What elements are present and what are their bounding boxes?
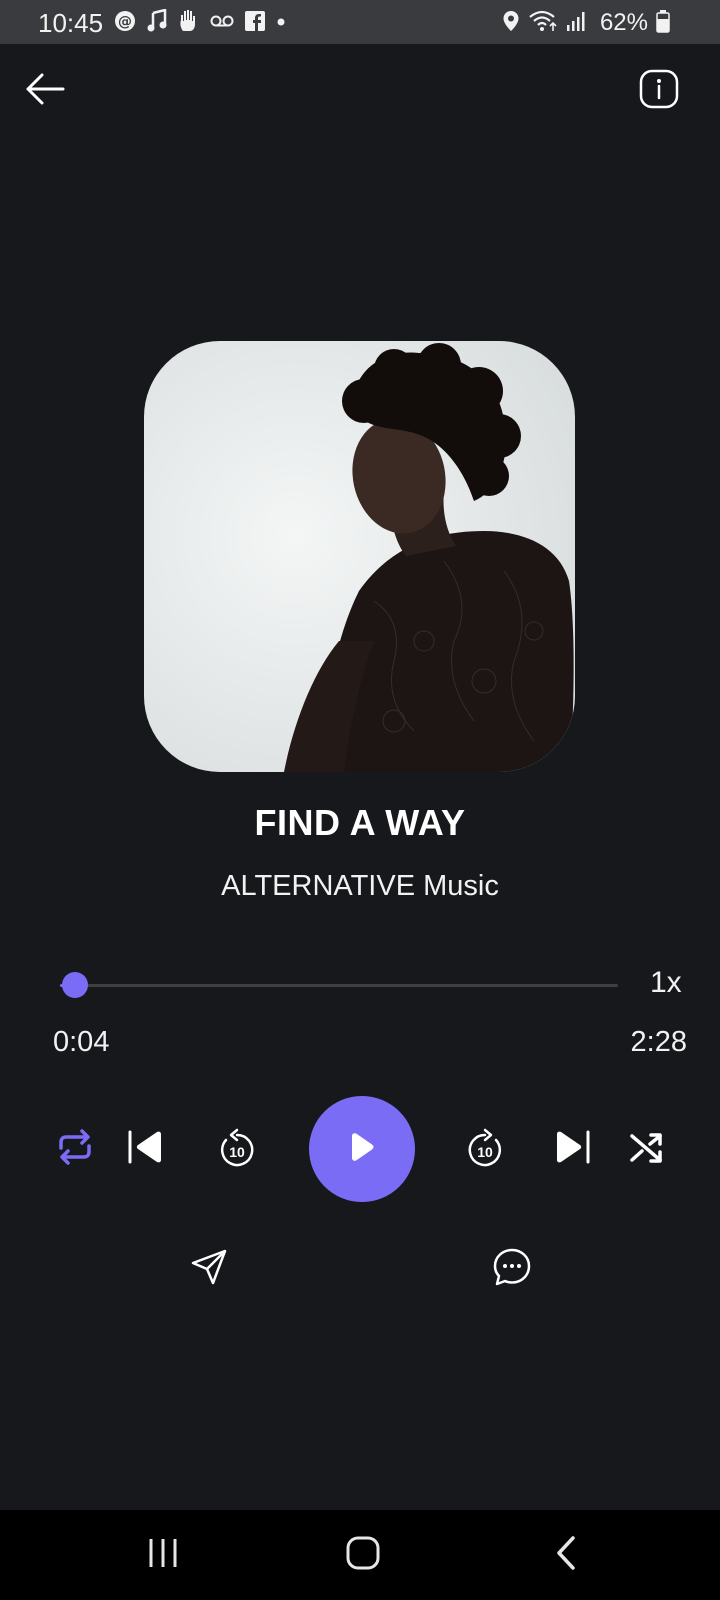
- info-icon: [639, 69, 679, 114]
- track-artist: ALTERNATIVE Music: [221, 870, 499, 902]
- dot-icon: [276, 14, 286, 32]
- music-note-icon: [146, 7, 168, 38]
- recent-apps-button[interactable]: [140, 1532, 186, 1578]
- rewind-10-label: 10: [229, 1144, 245, 1160]
- arrow-left-icon: [25, 73, 65, 110]
- forward-10-icon: 10: [465, 1128, 505, 1172]
- time-elapsed: 0:04: [53, 1026, 110, 1058]
- system-nav-bar: [0, 1510, 720, 1600]
- home-icon: [345, 1535, 381, 1576]
- share-icon: [190, 1248, 228, 1291]
- hand-icon: [178, 9, 200, 38]
- status-bar: 10:45 @ 62%: [0, 0, 720, 44]
- info-button[interactable]: [634, 68, 684, 114]
- status-system-icons: 62%: [502, 9, 670, 38]
- next-button[interactable]: [550, 1126, 596, 1172]
- play-button[interactable]: [309, 1096, 415, 1202]
- progress-thumb[interactable]: [62, 972, 89, 998]
- shuffle-icon: [628, 1129, 664, 1170]
- status-notification-icons: @: [114, 7, 286, 38]
- status-time: 10:45: [38, 8, 104, 38]
- back-nav-icon: [553, 1535, 579, 1576]
- forward-10-label: 10: [477, 1144, 493, 1160]
- forward-10-button[interactable]: 10: [462, 1126, 508, 1174]
- previous-button[interactable]: [122, 1126, 168, 1172]
- next-icon: [553, 1129, 593, 1170]
- wifi-icon: [528, 9, 558, 38]
- comment-icon: [492, 1247, 532, 1292]
- track-title: FIND A WAY: [254, 802, 466, 843]
- album-art: [144, 341, 575, 772]
- location-icon: [502, 10, 520, 37]
- time-total: 2:28: [630, 1026, 687, 1058]
- battery-percentage: 62%: [599, 9, 648, 36]
- share-button[interactable]: [186, 1246, 232, 1292]
- playback-speed-button[interactable]: 1x: [650, 966, 682, 1000]
- battery-icon: [656, 9, 670, 38]
- svg-text:@: @: [118, 14, 132, 30]
- rewind-10-button[interactable]: 10: [214, 1126, 260, 1174]
- play-icon: [348, 1132, 376, 1167]
- recent-apps-icon: [146, 1536, 180, 1575]
- back-button[interactable]: [20, 68, 70, 114]
- threads-icon: @: [114, 10, 136, 37]
- facebook-icon: [244, 10, 266, 37]
- repeat-icon: [56, 1128, 94, 1171]
- shuffle-button[interactable]: [623, 1126, 669, 1172]
- home-button[interactable]: [340, 1532, 386, 1578]
- nav-back-button[interactable]: [543, 1532, 589, 1578]
- previous-icon: [125, 1129, 165, 1170]
- repeat-button[interactable]: [52, 1126, 98, 1172]
- progress-slider[interactable]: [60, 972, 618, 998]
- rewind-10-icon: 10: [217, 1128, 257, 1172]
- comment-button[interactable]: [489, 1246, 535, 1292]
- voicemail-icon: [210, 13, 234, 34]
- signal-icon: [566, 10, 588, 37]
